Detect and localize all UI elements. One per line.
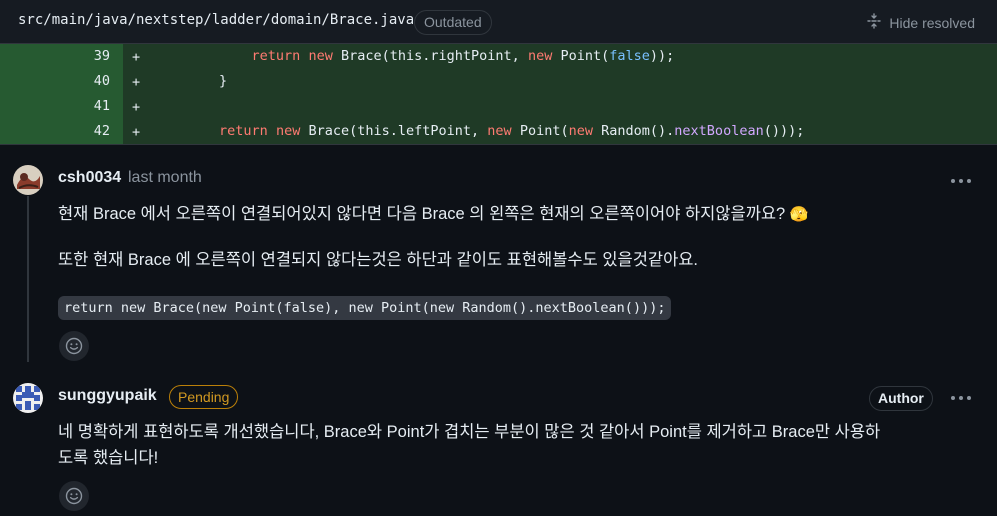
code-snippet: return new Brace(new Point(false), new P… — [58, 296, 672, 320]
comment-paragraph: 도록 했습니다! — [58, 449, 159, 467]
comment-paragraph: 네 명확하게 표현하도록 개선했습니다, Brace와 Point가 겹치는 부… — [58, 423, 881, 441]
code-line: } — [219, 73, 228, 89]
diff-marker: + — [132, 99, 141, 115]
diff-line: 42 + return new Brace(this.leftPoint, ne… — [0, 119, 997, 144]
avatar[interactable] — [13, 383, 43, 413]
diff-line: 39 + return new Brace(this.rightPoint, n… — [0, 44, 997, 69]
line-number[interactable]: 39 — [0, 44, 123, 69]
line-number[interactable]: 42 — [0, 119, 123, 144]
comment-paragraph: 현재 Brace 에서 오른쪽이 연결되어있지 않다면 다음 Brace 의 왼… — [58, 205, 809, 223]
diff-marker: + — [132, 49, 141, 65]
diff-line: 40 + } — [0, 69, 997, 94]
hide-resolved-button[interactable]: Hide resolved — [866, 13, 975, 32]
pending-badge: Pending — [169, 385, 239, 409]
comment-timestamp[interactable]: last month — [128, 169, 202, 187]
author-badge: Author — [869, 386, 933, 411]
add-reaction-button[interactable] — [59, 481, 89, 511]
line-number[interactable]: 41 — [0, 94, 123, 119]
smiley-icon — [65, 337, 83, 355]
avatar[interactable] — [13, 165, 43, 195]
thread-line — [27, 196, 29, 362]
hide-resolved-label: Hide resolved — [889, 14, 975, 31]
comment-author[interactable]: sunggyupaik — [58, 387, 157, 405]
divider — [0, 144, 997, 145]
unfold-icon — [866, 13, 882, 32]
diff-marker: + — [132, 124, 141, 140]
diff-line: 41 + — [0, 94, 997, 119]
line-number[interactable]: 40 — [0, 69, 123, 94]
comment-paragraph: 또한 현재 Brace 에 오른쪽이 연결되지 않다는것은 하단과 같이도 표현… — [58, 251, 699, 269]
add-reaction-button[interactable] — [59, 331, 89, 361]
kebab-horizontal-icon — [951, 396, 955, 400]
kebab-horizontal-icon — [951, 179, 955, 183]
file-path[interactable]: src/main/java/nextstep/ladder/domain/Bra… — [18, 12, 414, 28]
comment-author[interactable]: csh0034 — [58, 169, 121, 187]
emoji-icon: 🫣 — [789, 206, 809, 223]
outdated-badge: Outdated — [414, 10, 492, 35]
more-options-button[interactable] — [948, 389, 974, 407]
diff-view: 39 + return new Brace(this.rightPoint, n… — [0, 44, 997, 144]
more-options-button[interactable] — [948, 172, 974, 190]
file-header: src/main/java/nextstep/ladder/domain/Bra… — [0, 0, 997, 44]
code-line: return new Brace(this.leftPoint, new Poi… — [219, 123, 805, 139]
code-line: return new Brace(this.rightPoint, new Po… — [251, 48, 675, 64]
diff-marker: + — [132, 74, 141, 90]
smiley-icon — [65, 487, 83, 505]
